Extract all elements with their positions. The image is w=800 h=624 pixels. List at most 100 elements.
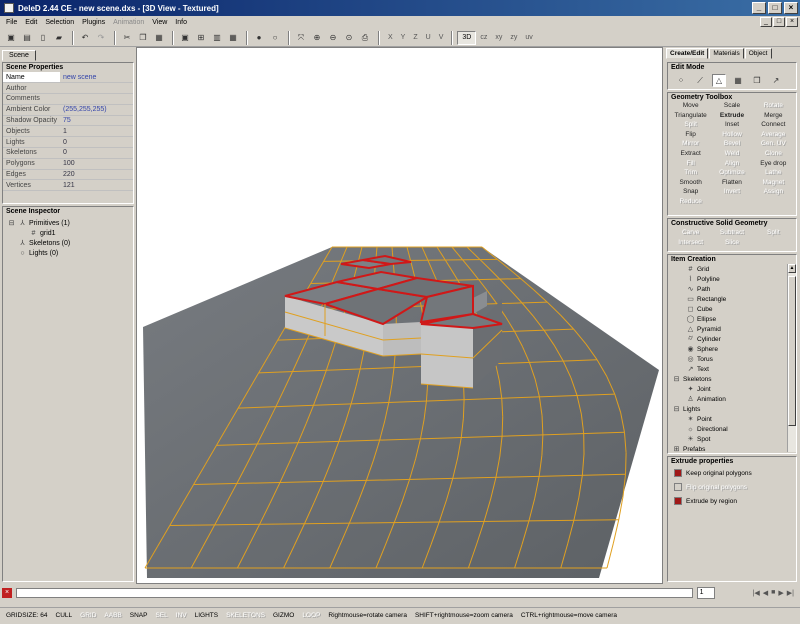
tool-mirror-button[interactable]: Mirror bbox=[670, 140, 711, 150]
property-row[interactable]: Author bbox=[3, 82, 133, 95]
menu-selection[interactable]: Selection bbox=[41, 19, 78, 26]
frame-field[interactable]: 1 bbox=[696, 587, 715, 599]
console-close-icon[interactable]: × bbox=[2, 588, 12, 598]
item-creation-torus[interactable]: ◎ Torus bbox=[672, 354, 792, 364]
status-skeletons[interactable]: SKELETONS bbox=[222, 612, 269, 619]
tool-optimize-button[interactable]: Optimize bbox=[711, 169, 752, 179]
view-zy-button[interactable]: zy bbox=[506, 31, 521, 45]
menu-file[interactable]: File bbox=[2, 19, 21, 26]
paste-icon[interactable]: ▦ bbox=[152, 31, 166, 45]
prev-frame-icon[interactable]: ◀ bbox=[763, 589, 768, 597]
open-folder-icon[interactable]: ▰ bbox=[52, 31, 66, 45]
item-creation-cylinder[interactable]: ⌭ Cylinder bbox=[672, 334, 792, 344]
tool-clone-button[interactable]: Clone bbox=[753, 150, 794, 160]
status-cull[interactable]: CULL bbox=[52, 612, 77, 619]
status-loop[interactable]: LOOP bbox=[298, 612, 324, 619]
redo-icon[interactable]: ↷ bbox=[94, 31, 108, 45]
item-creation-directional[interactable]: ☼ Directional bbox=[672, 424, 792, 434]
maximize-button[interactable]: □ bbox=[768, 2, 782, 14]
item-creation-joint[interactable]: ✦ Joint bbox=[672, 384, 792, 394]
tool-trim-button[interactable]: Trim bbox=[670, 169, 711, 179]
keep-original-polygons-option[interactable]: Keep original polygons bbox=[668, 466, 796, 480]
tree-item-lights[interactable]: ○ Lights (0) bbox=[7, 248, 129, 258]
item-creation-ellipse[interactable]: ◯ Ellipse bbox=[672, 314, 792, 324]
last-frame-icon[interactable]: ▶| bbox=[787, 589, 794, 597]
camera-icon[interactable]: ⎙ bbox=[358, 31, 372, 45]
tool-extract-button[interactable]: Extract bbox=[670, 150, 711, 160]
close-button[interactable]: × bbox=[784, 2, 798, 14]
tree-item-primitives[interactable]: ⊟ ⅄ Primitives (1) bbox=[7, 218, 129, 228]
status-aabb[interactable]: AABB bbox=[100, 612, 125, 619]
item-creation-skeletons[interactable]: ⊟ Skeletons bbox=[672, 374, 792, 384]
mdi-minimize-button[interactable]: _ bbox=[760, 17, 772, 27]
play-icon[interactable]: ▶ bbox=[778, 589, 783, 597]
property-row[interactable]: Name new scene bbox=[3, 72, 133, 84]
status-grid[interactable]: GRID bbox=[76, 612, 100, 619]
view-xy-button[interactable]: xy bbox=[491, 31, 506, 45]
scroll-thumb[interactable] bbox=[788, 276, 796, 426]
status-inv[interactable]: INV bbox=[172, 612, 191, 619]
menu-plugins[interactable]: Plugins bbox=[78, 19, 109, 26]
layout-quad-icon[interactable]: ⊞ bbox=[194, 31, 208, 45]
console-input[interactable] bbox=[16, 588, 693, 598]
edge-mode-icon[interactable]: ⟋ bbox=[693, 74, 707, 87]
item-creation-animation[interactable]: ♙ Animation bbox=[672, 394, 792, 404]
new-file-icon[interactable]: ▯ bbox=[36, 31, 50, 45]
view-3d-button[interactable]: 3D bbox=[457, 30, 477, 45]
csg-slice-button[interactable]: Slice bbox=[711, 239, 752, 249]
tool-connect-button[interactable]: Connect bbox=[753, 121, 794, 131]
tool-smooth-button[interactable]: Smooth bbox=[670, 179, 711, 189]
tool-merge-button[interactable]: Merge bbox=[753, 112, 794, 122]
undo-icon[interactable]: ↶ bbox=[78, 31, 92, 45]
tool-invert-button[interactable]: Invert bbox=[711, 188, 752, 198]
vertex-mode-icon[interactable]: ⁘ bbox=[674, 74, 688, 87]
mdi-close-button[interactable]: × bbox=[786, 17, 798, 27]
tool-flatten-button[interactable]: Flatten bbox=[711, 179, 752, 189]
scroll-up-icon[interactable]: ▲ bbox=[788, 264, 796, 273]
property-row[interactable]: Comments bbox=[3, 93, 133, 105]
polygon-mode-icon[interactable]: △ bbox=[712, 74, 726, 87]
first-frame-icon[interactable]: |◀ bbox=[753, 589, 760, 597]
csg-intersect-button[interactable]: Intersect bbox=[670, 239, 711, 249]
zoom-selection-icon[interactable]: ⊙ bbox=[342, 31, 356, 45]
axis-v-button[interactable]: V bbox=[435, 31, 448, 45]
pivot-mode-icon[interactable]: ↗ bbox=[769, 74, 783, 87]
tool-align-button[interactable]: Align bbox=[711, 160, 752, 170]
view-uv-button[interactable]: uv bbox=[521, 31, 536, 45]
axis-u-button[interactable]: U bbox=[422, 31, 435, 45]
item-creation-point[interactable]: ✶ Point bbox=[672, 414, 792, 424]
tool-move-button[interactable]: Move bbox=[670, 102, 711, 112]
stop-icon[interactable]: ■ bbox=[771, 589, 775, 597]
copy-icon[interactable]: ❐ bbox=[136, 31, 150, 45]
tool-scale-button[interactable]: Scale bbox=[711, 102, 752, 112]
item-creation-text[interactable]: ↗ Text bbox=[672, 364, 792, 374]
tree-item-grid1[interactable]: # grid1 bbox=[7, 228, 129, 238]
item-creation-sphere[interactable]: ◉ Sphere bbox=[672, 344, 792, 354]
item-creation-rectangle[interactable]: ▭ Rectangle bbox=[672, 294, 792, 304]
tool-flip-button[interactable]: Flip bbox=[670, 131, 711, 141]
light-off-icon[interactable]: ○ bbox=[268, 31, 282, 45]
layout-single-icon[interactable]: ▣ bbox=[178, 31, 192, 45]
csg-split-button[interactable]: Split bbox=[753, 229, 794, 239]
save-as-icon[interactable]: ▤ bbox=[20, 31, 34, 45]
tool-average-button[interactable]: Average bbox=[753, 131, 794, 141]
item-tree-scrollbar[interactable]: ▲ bbox=[787, 264, 796, 452]
csg-carve-button[interactable]: Carve bbox=[670, 229, 711, 239]
menu-view[interactable]: View bbox=[148, 19, 171, 26]
extrude-by-region-checkbox[interactable] bbox=[674, 497, 682, 505]
tool-lathe-button[interactable]: Lathe bbox=[753, 169, 794, 179]
flip-original-polygons-option[interactable]: Flip original polygons bbox=[668, 480, 796, 494]
tab-object[interactable]: Object bbox=[744, 48, 772, 59]
item-creation-grid[interactable]: # Grid bbox=[672, 264, 792, 274]
tool-magnet-button[interactable]: Magnet bbox=[753, 179, 794, 189]
save-icon[interactable]: ▣ bbox=[4, 31, 18, 45]
axis-y-button[interactable]: Y bbox=[397, 31, 410, 45]
tool-fill-button[interactable]: Fill bbox=[670, 160, 711, 170]
keep-original-polygons-checkbox[interactable] bbox=[674, 469, 682, 477]
property-row[interactable]: Ambient Color (255,255,255) bbox=[3, 104, 133, 116]
zoom-out-icon[interactable]: ⊖ bbox=[326, 31, 340, 45]
item-creation-pyramid[interactable]: △ Pyramid bbox=[672, 324, 792, 334]
tool-rotate-button[interactable]: Rotate bbox=[753, 102, 794, 112]
light-bulb-icon[interactable]: ● bbox=[252, 31, 266, 45]
tool-assign-button[interactable]: Assign bbox=[753, 188, 794, 198]
